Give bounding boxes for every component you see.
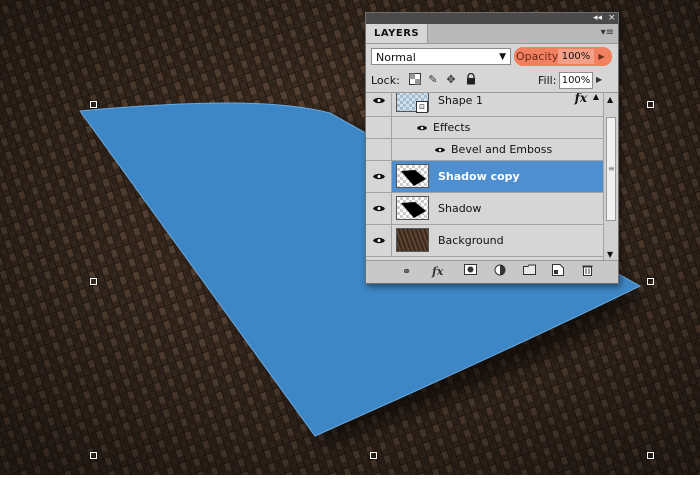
collapse-panel-icon[interactable]: ◂◂ — [593, 13, 602, 24]
layer-name-shape-1: Shape 1 — [438, 94, 483, 107]
transform-handle-br[interactable] — [647, 452, 654, 459]
layer-fx-icon[interactable]: fx — [575, 93, 587, 105]
fill-label: Fill: — [538, 74, 557, 87]
layer-row-shadow[interactable]: Shadow — [366, 193, 603, 225]
effect-row-bevel-and-emboss[interactable]: Bevel and Emboss — [366, 139, 603, 161]
effect-eye-column — [366, 139, 392, 160]
layer-thumbnail-shadow-copy — [396, 164, 429, 188]
scroll-down-icon[interactable]: ▼ — [607, 250, 613, 259]
transform-handle-ml[interactable] — [90, 278, 97, 285]
effects-label: Effects — [433, 121, 471, 134]
panel-title-bar[interactable]: ◂◂ × — [366, 13, 618, 24]
layer-name-shadow-copy: Shadow copy — [438, 170, 520, 183]
group-icon[interactable] — [523, 264, 536, 279]
opacity-input[interactable]: 100% — [558, 49, 594, 64]
effect-visibility-eye-icon[interactable] — [434, 144, 446, 157]
blend-mode-value: Normal — [376, 51, 416, 64]
trash-icon[interactable] — [582, 264, 593, 279]
close-panel-icon[interactable]: × — [608, 13, 616, 24]
mask-icon[interactable] — [464, 264, 477, 279]
expand-effects-icon[interactable]: ▲ — [593, 93, 599, 101]
transform-handle-bm[interactable] — [370, 452, 377, 459]
layer-name-background: Background — [438, 234, 504, 247]
scrollbar-thumb[interactable]: ≡ — [606, 117, 616, 221]
blend-mode-select[interactable]: Normal ▼ — [371, 48, 511, 65]
fill-input[interactable]: 100% — [559, 72, 593, 89]
effect-name: Bevel and Emboss — [451, 143, 553, 156]
visibility-eye-icon[interactable] — [366, 225, 392, 256]
blend-options-row: Normal ▼ Opacity: 100% ▶ — [366, 44, 618, 70]
lock-position-icon[interactable]: ✥ — [444, 73, 458, 87]
layer-row-shape-1[interactable]: ⊡ Shape 1 fx ▲ — [366, 93, 603, 117]
transform-handle-mr[interactable] — [647, 278, 654, 285]
chevron-down-icon: ▼ — [499, 52, 506, 62]
effects-eye-column — [366, 117, 392, 138]
effects-visibility-eye-icon[interactable] — [416, 122, 428, 135]
transform-handle-tr[interactable] — [647, 101, 654, 108]
layer-list-scrollbar[interactable]: ▲ ≡ ▼ — [603, 93, 618, 261]
visibility-eye-icon[interactable] — [366, 161, 392, 192]
layer-row-background[interactable]: Background — [366, 225, 603, 257]
visibility-eye-icon[interactable] — [366, 193, 392, 224]
layer-thumbnail-background — [396, 228, 429, 252]
fx-icon[interactable]: fx — [432, 264, 443, 279]
opacity-slider-arrow-icon[interactable]: ▶ — [596, 49, 607, 64]
transform-handle-bl[interactable] — [90, 452, 97, 459]
tab-layers[interactable]: LAYERS — [366, 24, 429, 43]
transform-handle-tl[interactable] — [90, 101, 97, 108]
new-layer-icon[interactable] — [552, 264, 564, 279]
panel-tab-bar: LAYERS ▾≡ — [366, 24, 618, 44]
effects-header-row[interactable]: Effects — [366, 117, 603, 139]
scroll-up-icon[interactable]: ▲ — [607, 95, 613, 104]
layer-list: ⊡ Shape 1 fx ▲ Effects Bevel and Emboss — [366, 93, 603, 261]
layer-name-shadow: Shadow — [438, 202, 482, 215]
opacity-label: Opacity: — [516, 50, 562, 63]
layers-panel: ◂◂ × LAYERS ▾≡ Normal ▼ Opacity: 100% ▶ … — [365, 12, 619, 284]
adjustment-icon[interactable] — [494, 264, 506, 279]
visibility-eye-icon[interactable] — [366, 93, 392, 116]
lock-image-icon[interactable]: ✎ — [426, 73, 440, 87]
vector-mask-icon: ⊡ — [416, 101, 428, 113]
lock-row: Lock: ✎ ✥ Fill: 100% ▶ — [366, 70, 618, 93]
layer-row-shadow-copy[interactable]: Shadow copy — [366, 161, 603, 193]
lock-label: Lock: — [371, 74, 400, 87]
layer-thumbnail-shadow — [396, 196, 429, 220]
link-icon[interactable]: ⚭ — [402, 264, 411, 279]
opacity-control: Opacity: 100% ▶ — [514, 47, 612, 66]
lock-transparent-icon[interactable] — [408, 73, 422, 87]
scroll-grip-icon: ≡ — [608, 164, 615, 173]
lock-all-icon[interactable] — [464, 72, 478, 87]
fill-slider-arrow-icon[interactable]: ▶ — [596, 75, 602, 84]
panel-footer: ⚭ fx — [366, 260, 618, 283]
panel-menu-icon[interactable]: ▾≡ — [601, 27, 614, 38]
